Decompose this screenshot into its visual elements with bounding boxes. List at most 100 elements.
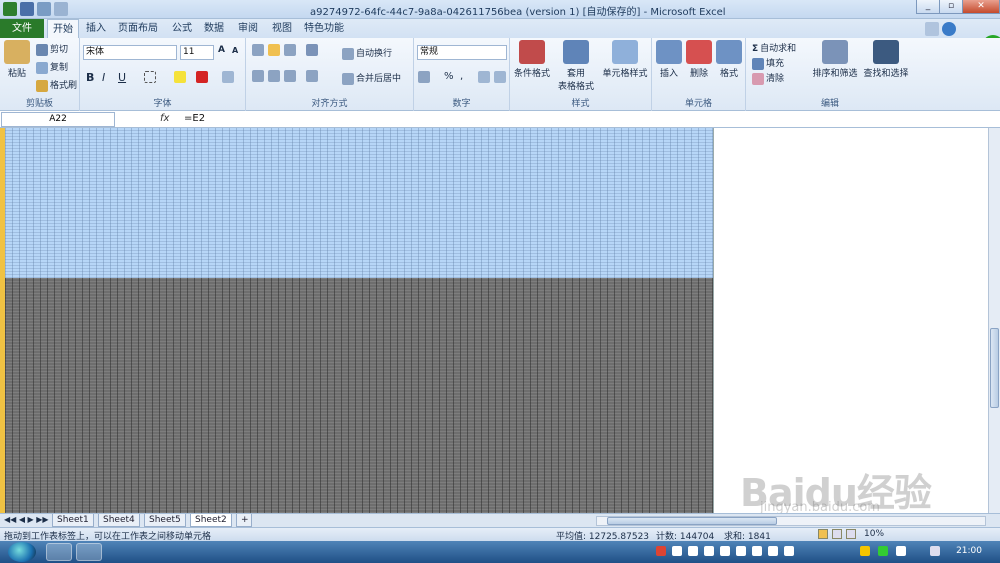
fill-button[interactable]: 填充 — [752, 56, 784, 70]
orientation-button[interactable] — [306, 44, 320, 56]
word-taskbar-icon[interactable] — [76, 543, 102, 561]
align-center-button[interactable] — [268, 70, 282, 82]
name-box[interactable]: A22 — [1, 112, 115, 127]
excel-taskbar-icon[interactable] — [46, 543, 72, 561]
sheet-tab-2[interactable]: Sheet2 — [190, 514, 232, 527]
horizontal-scrollbar[interactable] — [596, 516, 986, 526]
tab-view[interactable]: 视图 — [268, 19, 296, 38]
start-button[interactable] — [8, 542, 36, 562]
sheet-tab-4[interactable]: Sheet4 — [98, 514, 140, 527]
font-name-select[interactable]: 宋体 — [83, 45, 177, 60]
view-normal-icon[interactable] — [818, 529, 828, 539]
tab-formulas[interactable]: 公式 — [168, 19, 196, 38]
bold-button[interactable]: B — [86, 71, 94, 84]
fx-icon[interactable]: fx — [160, 113, 169, 124]
minimize-button[interactable]: _ — [916, 0, 940, 14]
tab-review[interactable]: 审阅 — [234, 19, 262, 38]
sheet-tab-5[interactable]: Sheet5 — [144, 514, 186, 527]
italic-button[interactable]: I — [102, 71, 105, 84]
empty-area[interactable] — [713, 128, 988, 513]
volume-icon[interactable] — [930, 546, 940, 556]
comma-button[interactable]: , — [460, 71, 463, 82]
currency-button[interactable] — [418, 71, 432, 83]
sort-filter-button[interactable]: 排序和筛选 — [810, 40, 860, 79]
redo-icon[interactable] — [54, 2, 68, 16]
percent-button[interactable]: % — [444, 71, 454, 82]
autosum-button[interactable]: Σ 自动求和 — [752, 41, 796, 54]
horizontal-scroll-thumb[interactable] — [607, 517, 777, 525]
ribbon-minimize-icon[interactable] — [925, 22, 939, 36]
format-cells-button[interactable]: 格式 — [714, 40, 744, 79]
underline-button[interactable]: U — [118, 71, 126, 84]
delete-cells-button[interactable]: 删除 — [684, 40, 714, 79]
grow-font-button[interactable]: A — [218, 45, 225, 55]
cell-styles-button[interactable]: 单元格样式 — [600, 40, 650, 79]
tray-icon-8[interactable] — [768, 546, 778, 556]
cut-button[interactable]: 剪切 — [36, 42, 68, 56]
tab-page-layout[interactable]: 页面布局 — [116, 19, 160, 38]
tab-file[interactable]: 文件 — [0, 19, 44, 38]
tray-icon-6[interactable] — [736, 546, 746, 556]
increase-decimal-button[interactable] — [478, 71, 492, 83]
zoom-level[interactable]: 10% — [864, 529, 884, 539]
decrease-decimal-button[interactable] — [494, 71, 508, 83]
cell-area[interactable] — [5, 278, 713, 513]
tray-icon-2[interactable] — [672, 546, 682, 556]
border-button[interactable] — [144, 71, 158, 83]
vertical-scroll-thumb[interactable] — [990, 328, 999, 408]
tab-special[interactable]: 特色功能 — [302, 19, 346, 38]
indent-button[interactable] — [306, 70, 320, 82]
view-layout-icon[interactable] — [832, 529, 842, 539]
font-group: 宋体 11 A A B I U 字体 — [80, 38, 246, 111]
restore-button[interactable]: ▫ — [939, 0, 963, 14]
sheet-nav-icon[interactable]: ◀◀ ◀ ▶ ▶▶ — [4, 515, 49, 524]
clear-button[interactable]: 清除 — [752, 71, 784, 85]
font-size-select[interactable]: 11 — [180, 45, 214, 60]
delete-cells-icon — [686, 40, 712, 64]
input-method-icon[interactable] — [656, 546, 666, 556]
find-select-button[interactable]: 查找和选择 — [860, 40, 912, 79]
fill-color-button[interactable] — [174, 71, 188, 83]
copy-button[interactable]: 复制 — [36, 60, 68, 74]
wrap-text-button[interactable]: 自动换行 — [342, 46, 392, 60]
tray-icon-10[interactable] — [860, 546, 870, 556]
selected-range[interactable] — [5, 128, 713, 278]
formula-input[interactable]: =E2 — [184, 113, 205, 124]
phonetic-button[interactable] — [222, 71, 236, 83]
new-sheet-icon[interactable]: + — [236, 514, 252, 527]
tray-icon-9[interactable] — [784, 546, 794, 556]
merge-center-button[interactable]: 合并后居中 — [342, 71, 401, 85]
align-bottom-button[interactable] — [284, 44, 298, 56]
tray-icon-11[interactable] — [878, 546, 888, 556]
tab-home[interactable]: 开始 — [47, 19, 79, 38]
view-pagebreak-icon[interactable] — [846, 529, 856, 539]
align-left-button[interactable] — [252, 70, 266, 82]
align-right-button[interactable] — [284, 70, 298, 82]
sheet-tab-1[interactable]: Sheet1 — [52, 514, 94, 527]
tray-icon-5[interactable] — [720, 546, 730, 556]
tray-icon-3[interactable] — [688, 546, 698, 556]
phonetic-icon — [222, 71, 234, 83]
paste-button[interactable]: 粘贴 — [4, 40, 30, 79]
font-color-button[interactable] — [196, 71, 210, 83]
tab-data[interactable]: 数据 — [200, 19, 228, 38]
vertical-scrollbar[interactable] — [988, 128, 1000, 513]
worksheet-grid[interactable] — [0, 128, 988, 513]
tray-icon-4[interactable] — [704, 546, 714, 556]
insert-cells-button[interactable]: 插入 — [654, 40, 684, 79]
undo-icon[interactable] — [37, 2, 51, 16]
tray-icon-12[interactable] — [896, 546, 906, 556]
shrink-font-button[interactable]: A — [232, 46, 238, 55]
align-middle-button[interactable] — [268, 44, 282, 56]
number-format-select[interactable]: 常规 — [417, 45, 507, 60]
format-painter-button[interactable]: 格式刷 — [36, 78, 77, 92]
help-icon[interactable] — [942, 22, 956, 36]
tray-icon-7[interactable] — [752, 546, 762, 556]
format-as-table-button[interactable]: 套用 表格格式 — [554, 40, 598, 92]
save-icon[interactable] — [20, 2, 34, 16]
tab-insert[interactable]: 插入 — [82, 19, 110, 38]
conditional-format-button[interactable]: 条件格式 — [512, 40, 552, 79]
close-button[interactable]: ✕ — [962, 0, 1000, 14]
align-top-button[interactable] — [252, 44, 266, 56]
clock[interactable]: 21:00 — [956, 546, 982, 556]
